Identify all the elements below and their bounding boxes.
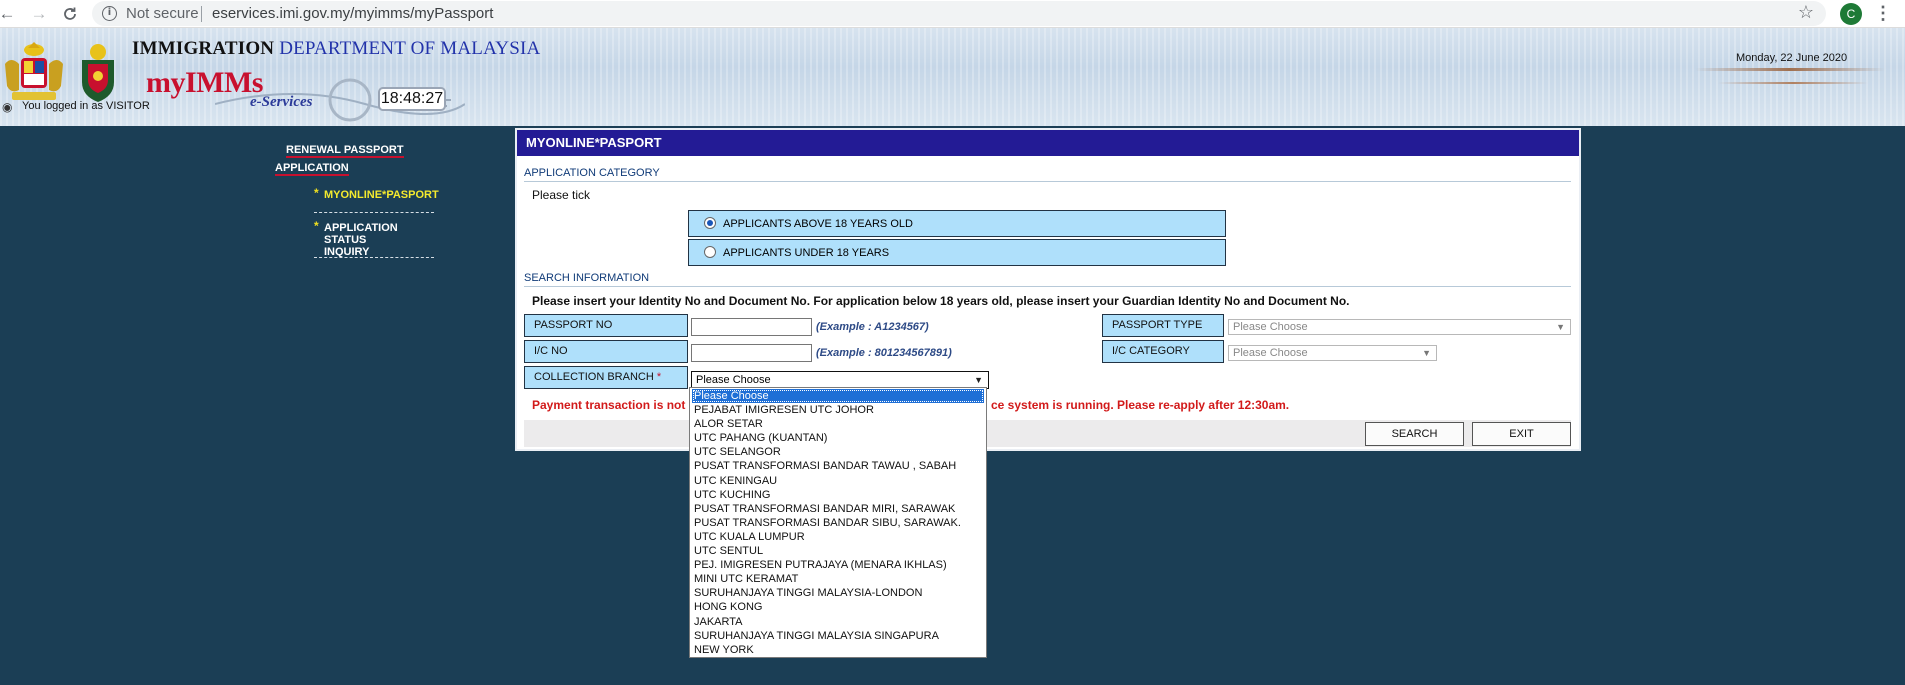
radio-above-18[interactable] [704,217,716,229]
search-heading: SEARCH INFORMATION [524,270,1571,287]
reload-icon[interactable] [59,3,81,25]
application-panel: MYONLINE*PASPORT APPLICATION CATEGORY Pl… [515,128,1581,451]
dropdown-option[interactable]: UTC KUCHING [690,488,986,502]
payment-warning-left: Payment transaction is not [532,398,686,412]
back-arrow-icon[interactable]: ← [0,3,18,25]
security-label: Not secure [126,5,199,22]
chevron-down-icon: ▼ [974,375,983,385]
bullet-icon: * [314,219,319,233]
dropdown-option[interactable]: UTC PAHANG (KUANTAN) [690,431,986,445]
passport-type-select[interactable]: Please Choose ▼ [1228,319,1571,335]
required-marker: * [656,371,662,383]
immigration-crest-icon [82,44,114,102]
passport-no-label: PASSPORT NO [524,314,688,337]
date-rule [1695,68,1885,71]
dropdown-option[interactable]: JAKARTA [690,615,986,629]
dropdown-option[interactable]: PUSAT TRANSFORMASI BANDAR MIRI, SARAWAK [690,502,986,516]
browser-toolbar: ← → i Not secure eservices.imi.gov.my/my… [0,0,1905,28]
dropdown-option[interactable]: PEJ. IMIGRESEN PUTRAJAYA (MENARA IKHLAS) [690,558,986,572]
dropdown-option[interactable]: SURUHANJAYA TINGGI MALAYSIA SINGAPURA [690,629,986,643]
ic-no-label: I/C NO [524,340,688,363]
search-hint: Please insert your Identity No and Docum… [532,294,1350,308]
ic-category-value: Please Choose [1233,347,1308,359]
title-part2: DEPARTMENT OF MALAYSIA [279,38,541,59]
sidebar-heading: RENEWAL PASSPORT APPLICATION [275,141,425,177]
collection-branch-label: COLLECTION BRANCH * [524,366,688,389]
collection-branch-label-text: COLLECTION BRANCH [534,371,654,383]
url-text[interactable]: eservices.imi.gov.my/myimms/myPassport [212,5,493,22]
dropdown-option[interactable]: NEW YORK [690,643,986,657]
eservices-label: e-Services [250,94,313,110]
sidebar-heading-line2: APPLICATION [275,162,349,176]
dropdown-option[interactable]: SURUHANJAYA TINGGI MALAYSIA-LONDON [690,586,986,600]
profile-avatar[interactable]: C [1840,3,1862,25]
ic-category-select[interactable]: Please Choose ▼ [1228,345,1437,361]
option-above-18[interactable]: APPLICANTS ABOVE 18 YEARS OLD [688,210,1226,237]
passport-no-input[interactable] [691,318,812,336]
current-date: Monday, 22 June 2020 [1736,52,1848,64]
site-header: IMMIGRATION DEPARTMENT OF MALAYSIA myIMM… [0,28,1905,126]
option-label: APPLICANTS UNDER 18 YEARS [723,247,890,259]
category-hint: Please tick [532,188,591,202]
dropdown-option[interactable]: UTC SELANGOR [690,445,986,459]
passport-type-value: Please Choose [1233,321,1308,333]
title-part1: IMMIGRATION [132,38,275,59]
chevron-down-icon: ▼ [1556,322,1565,332]
omnibox-separator [201,6,202,22]
search-button[interactable]: SEARCH [1365,422,1464,446]
passport-no-example: (Example : A1234567) [816,321,929,333]
forward-arrow-icon[interactable]: → [28,3,50,25]
ic-category-label: I/C CATEGORY [1102,340,1224,363]
payment-warning-right: ce system is running. Please re-apply af… [991,398,1290,412]
clock: 18:48:27 [378,87,446,111]
passport-type-label: PASSPORT TYPE [1102,314,1224,337]
menu-dots-icon[interactable]: ⋮ [1874,2,1892,26]
category-heading: APPLICATION CATEGORY [524,165,1571,182]
star-icon[interactable]: ☆ [1798,2,1814,23]
address-bar[interactable]: i Not secure eservices.imi.gov.my/myimms… [92,1,1826,26]
dropdown-option[interactable]: MINI UTC KERAMAT [690,572,986,586]
dropdown-option[interactable]: UTC KUALA LUMPUR [690,530,986,544]
dropdown-option[interactable]: UTC KENINGAU [690,474,986,488]
panel-title: MYONLINE*PASPORT [517,130,1579,156]
login-status: You logged in as VISITOR [22,100,150,112]
bullet-icon: * [314,186,319,200]
collection-branch-value: Please Choose [696,374,771,386]
exit-button[interactable]: EXIT [1472,422,1571,446]
ic-no-input[interactable] [691,344,812,362]
option-label: APPLICANTS ABOVE 18 YEARS OLD [723,218,913,230]
sidebar-heading-line1: RENEWAL PASSPORT [286,144,404,158]
dropdown-option[interactable]: PUSAT TRANSFORMASI BANDAR TAWAU , SABAH [690,459,986,473]
dropdown-option[interactable]: UTC SENTUL [690,544,986,558]
chevron-down-icon: ▼ [1422,348,1431,358]
dropdown-option[interactable]: PUSAT TRANSFORMASI BANDAR SIBU, SARAWAK. [690,516,986,530]
radio-under-18[interactable] [704,246,716,258]
sidebar-item-label: MYONLINE*PASPORT [324,189,439,201]
sidebar-item-myonline-pasport[interactable]: * MYONLINE*PASPORT [314,186,439,201]
dropdown-option[interactable]: ALOR SETAR [690,417,986,431]
dropdown-option[interactable]: HONG KONG [690,600,986,614]
coat-of-arms-icon [5,42,63,100]
option-under-18[interactable]: APPLICANTS UNDER 18 YEARS [688,239,1226,266]
ic-no-example: (Example : 801234567891) [816,347,952,359]
sidebar-item-label: APPLICATION STATUS INQUIRY [324,222,398,258]
sidebar-item-status-inquiry[interactable]: * APPLICATION STATUS INQUIRY [314,219,434,258]
date-rule-secondary [1718,82,1868,84]
user-icon: ◉ [2,100,13,114]
info-icon[interactable]: i [102,6,117,21]
dropdown-option[interactable]: Please Choose [692,389,984,404]
collection-branch-dropdown[interactable]: Please Choose PEJABAT IMIGRESEN UTC JOHOR… [689,387,987,658]
sidebar-divider [314,257,434,258]
dropdown-option[interactable]: PEJABAT IMIGRESEN UTC JOHOR [690,403,986,417]
department-title: IMMIGRATION DEPARTMENT OF MALAYSIA [132,38,540,60]
sidebar-divider [314,212,434,213]
